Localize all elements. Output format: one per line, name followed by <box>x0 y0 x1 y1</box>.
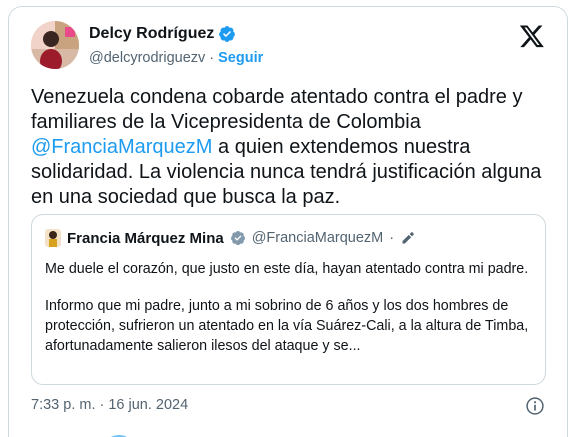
handle-separator: · <box>209 50 215 66</box>
tweet-card: Delcy Rodríguez @delcyrodriguezv · Segui… <box>8 6 568 437</box>
quote-text: Me duele el corazón, que justo en este d… <box>45 259 535 356</box>
quote-author-handle[interactable]: @FranciaMarquezM <box>252 230 384 246</box>
author-name[interactable]: Delcy Rodríguez <box>89 25 214 43</box>
quote-handle-separator: · <box>389 230 395 246</box>
verified-badge-icon <box>230 231 245 246</box>
mention-link[interactable]: @FranciaMarquezM <box>31 136 212 158</box>
tweet-text-part1: Venezuela condena cobarde atentado contr… <box>31 86 523 133</box>
info-icon[interactable] <box>525 396 545 416</box>
follow-button[interactable]: Seguir <box>218 50 263 66</box>
verified-badge-icon <box>219 26 236 42</box>
quote-paragraph-1: Me duele el corazón, que justo en este d… <box>45 261 529 277</box>
author-handle[interactable]: @delcyrodriguezv <box>89 50 205 66</box>
quote-author-name[interactable]: Francia Márquez Mina <box>67 230 224 247</box>
tweet-timestamp[interactable]: 7:33 p. m. · 16 jun. 2024 <box>31 397 188 413</box>
quoted-tweet[interactable]: Francia Márquez Mina @FranciaMarquezM · … <box>31 214 546 385</box>
tweet-text: Venezuela condena cobarde atentado contr… <box>31 85 551 210</box>
quote-author-avatar[interactable] <box>45 229 61 247</box>
x-logo-icon[interactable] <box>519 23 545 49</box>
author-avatar[interactable] <box>31 21 79 69</box>
pencil-icon <box>402 231 414 243</box>
quote-paragraph-2: Informo que mi padre, junto a mi sobrino… <box>45 298 529 354</box>
